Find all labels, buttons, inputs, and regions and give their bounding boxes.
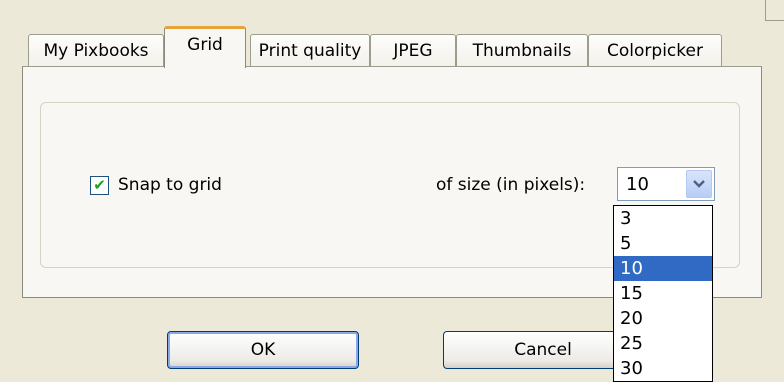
tab-grid[interactable]: Grid	[164, 26, 246, 68]
tab-label: My Pixbooks	[43, 41, 149, 61]
tab-jpeg[interactable]: JPEG	[370, 34, 456, 67]
dropdown-option-selected[interactable]: 10	[614, 256, 712, 281]
grid-size-label: of size (in pixels):	[436, 175, 586, 195]
cancel-button-label: Cancel	[514, 340, 572, 360]
tab-label: Colorpicker	[607, 41, 703, 61]
window-corner	[765, 0, 784, 21]
dropdown-option[interactable]: 20	[614, 306, 712, 331]
snap-to-grid-label[interactable]: Snap to grid	[118, 175, 222, 195]
ok-button-label: OK	[250, 340, 276, 360]
tab-my-pixbooks[interactable]: My Pixbooks	[28, 34, 164, 67]
dropdown-option[interactable]: 15	[614, 281, 712, 306]
tab-label: Print quality	[258, 41, 362, 61]
grid-size-value: 10	[626, 174, 649, 195]
tab-label: Thumbnails	[472, 41, 572, 61]
dropdown-option[interactable]: 5	[614, 231, 712, 256]
grid-size-dropdown-list[interactable]: 3 5 10 15 20 25 30	[613, 205, 713, 382]
chevron-down-icon	[693, 180, 705, 188]
tab-label: Grid	[187, 34, 223, 55]
tab-thumbnails[interactable]: Thumbnails	[456, 34, 588, 67]
tab-colorpicker[interactable]: Colorpicker	[588, 34, 722, 67]
dropdown-option[interactable]: 25	[614, 331, 712, 356]
tab-print-quality[interactable]: Print quality	[250, 34, 370, 67]
tab-label: JPEG	[393, 41, 433, 61]
checkmark-icon: ✔	[93, 176, 106, 194]
dropdown-option[interactable]: 3	[614, 206, 712, 231]
ok-button[interactable]: OK	[167, 331, 359, 369]
grid-size-combobox[interactable]: 10	[617, 167, 715, 201]
snap-to-grid-checkbox[interactable]: ✔	[90, 176, 109, 195]
dropdown-option[interactable]: 30	[614, 356, 712, 381]
dropdown-button[interactable]	[686, 170, 712, 198]
